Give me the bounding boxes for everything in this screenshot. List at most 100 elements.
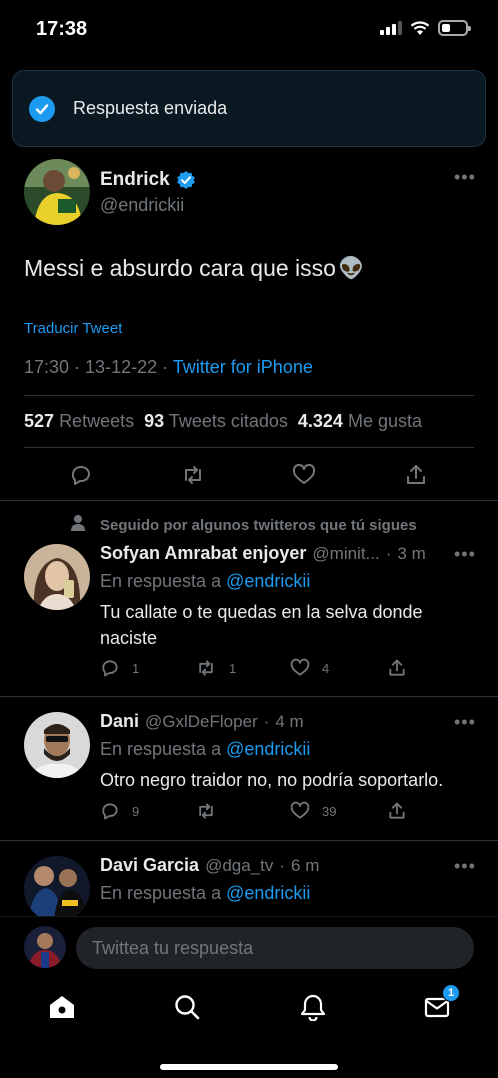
- reply-context: En respuesta a @endrickii: [100, 883, 310, 904]
- bottom-nav: 1: [0, 976, 498, 1078]
- translate-tweet-link[interactable]: Traducir Tweet: [24, 320, 122, 337]
- tweet-stats: 527 Retweets 93 Tweets citados 4.324 Me …: [24, 411, 422, 432]
- reply-prefix: En respuesta a: [100, 739, 222, 759]
- share-icon[interactable]: [402, 461, 430, 489]
- reply-text: Tu callate o te quedas en la selva donde…: [100, 602, 423, 648]
- nav-messages[interactable]: 1: [422, 984, 460, 1022]
- reply-count: 1: [132, 660, 140, 676]
- home-indicator: [160, 1064, 338, 1070]
- reply-header: Sofyan Amrabat enjoyer @minit... · 3 m: [100, 543, 426, 564]
- reply-tweet[interactable]: Dani @GxlDeFloper · 4 m ••• En respuesta…: [0, 696, 498, 840]
- share-icon: [389, 802, 405, 819]
- reply-tweet[interactable]: Seguido por algunos twitteros que tú sig…: [0, 500, 498, 696]
- reply-author-name[interactable]: Davi Garcia: [100, 855, 199, 876]
- tweet-meta: 17:30 · 13-12-22 · Twitter for iPhone: [24, 357, 313, 377]
- reply-author-handle[interactable]: @dga_tv: [205, 856, 273, 876]
- reply-actions: 1 1 4: [100, 658, 420, 682]
- reply-context: En respuesta a @endrickii: [100, 571, 310, 592]
- reply-prefix: En respuesta a: [100, 571, 222, 591]
- reply-button[interactable]: 1: [100, 658, 139, 678]
- more-options-icon[interactable]: •••: [454, 544, 476, 565]
- retweet-button[interactable]: [195, 801, 229, 821]
- person-icon: [71, 515, 85, 531]
- reply-sent-toast: Respuesta enviada: [12, 70, 486, 147]
- check-icon: [29, 95, 55, 122]
- like-button[interactable]: 4: [290, 658, 329, 678]
- bell-icon: [300, 994, 326, 1021]
- reply-icon[interactable]: [67, 461, 95, 489]
- retweet-count: 1: [229, 660, 237, 676]
- battery-icon: [438, 20, 471, 36]
- nav-search[interactable]: [172, 992, 202, 1022]
- reply-text: Otro negro traidor no, no podría soporta…: [100, 770, 444, 790]
- reply-avatar[interactable]: [24, 544, 90, 610]
- own-avatar[interactable]: [24, 926, 66, 968]
- share-icon: [389, 659, 405, 676]
- reply-tweet[interactable]: Davi Garcia @dga_tv · 6 m ••• En respues…: [0, 840, 498, 916]
- more-options-icon[interactable]: •••: [454, 856, 476, 877]
- divider: [24, 447, 474, 448]
- toast-text: Respuesta enviada: [73, 98, 228, 118]
- reply-count: 9: [132, 803, 140, 819]
- tweet-time: 17:30: [24, 357, 70, 377]
- home-icon: [50, 996, 74, 1018]
- reply-input[interactable]: Twittea tu respuesta: [76, 927, 474, 969]
- reply-time: 4 m: [275, 712, 304, 731]
- reply-to-link[interactable]: @endrickii: [226, 883, 310, 903]
- tweet-actions: [0, 457, 498, 497]
- retweets-stat[interactable]: 527 Retweets: [24, 411, 134, 432]
- reply-to-link[interactable]: @endrickii: [226, 571, 310, 591]
- reply-header: Davi Garcia @dga_tv · 6 m: [100, 855, 320, 876]
- reply-composer: Twittea tu respuesta: [0, 916, 498, 976]
- like-icon[interactable]: [290, 461, 318, 489]
- reply-context: En respuesta a @endrickii: [100, 739, 310, 760]
- author-handle[interactable]: @endrickii: [100, 195, 184, 216]
- reply-author-handle[interactable]: @GxlDeFloper: [145, 712, 258, 732]
- verified-badge-icon: [176, 171, 195, 189]
- author-name[interactable]: Endrick: [100, 169, 196, 191]
- divider: [24, 395, 474, 396]
- alien-emoji: 👽: [337, 256, 365, 280]
- reply-time: 6 m: [291, 856, 320, 875]
- reply-icon: [102, 803, 118, 820]
- like-button[interactable]: 39: [290, 801, 336, 821]
- reply-header: Dani @GxlDeFloper · 4 m: [100, 711, 304, 732]
- retweet-icon[interactable]: [179, 461, 207, 489]
- messages-badge: 1: [442, 984, 460, 1002]
- share-button[interactable]: [387, 801, 407, 821]
- status-time: 17:38: [36, 18, 88, 40]
- like-count: 4: [322, 660, 330, 676]
- reply-to-link[interactable]: @endrickii: [226, 739, 310, 759]
- reply-author-handle[interactable]: @minit...: [312, 544, 379, 564]
- retweet-icon: [199, 803, 213, 819]
- reply-author-name[interactable]: Dani: [100, 711, 139, 732]
- reply-author-name[interactable]: Sofyan Amrabat enjoyer: [100, 543, 306, 564]
- reply-avatar[interactable]: [24, 712, 90, 778]
- reply-time: 3 m: [397, 544, 426, 563]
- likes-stat[interactable]: 4.324 Me gusta: [298, 411, 422, 432]
- tweet-text: Messi e absurdo cara que isso 👽: [24, 255, 364, 282]
- reply-actions: 9 39: [100, 801, 420, 825]
- reply-button[interactable]: 9: [100, 801, 139, 821]
- tweet-source-link[interactable]: Twitter for iPhone: [173, 357, 313, 377]
- nav-notifications[interactable]: [298, 992, 328, 1022]
- like-icon: [290, 658, 310, 676]
- share-button[interactable]: [387, 658, 407, 678]
- nav-home[interactable]: [47, 992, 77, 1022]
- like-count: 39: [322, 803, 337, 819]
- status-icons: [380, 20, 471, 36]
- tweet-text-body: Messi e absurdo cara que isso: [24, 255, 336, 281]
- retweet-icon: [199, 660, 213, 676]
- quotes-stat[interactable]: 93 Tweets citados: [144, 411, 288, 432]
- retweet-button[interactable]: 1: [195, 658, 236, 678]
- social-context: Seguido por algunos twitteros que tú sig…: [100, 517, 417, 534]
- reply-prefix: En respuesta a: [100, 883, 222, 903]
- reply-avatar[interactable]: [24, 856, 90, 916]
- more-options-icon[interactable]: •••: [454, 712, 476, 733]
- signal-icon: [380, 21, 402, 35]
- more-options-icon[interactable]: •••: [454, 167, 476, 188]
- reply-icon: [102, 660, 118, 677]
- search-icon: [175, 995, 200, 1020]
- author-avatar[interactable]: [24, 159, 90, 225]
- tweet-date: 13-12-22: [85, 357, 158, 377]
